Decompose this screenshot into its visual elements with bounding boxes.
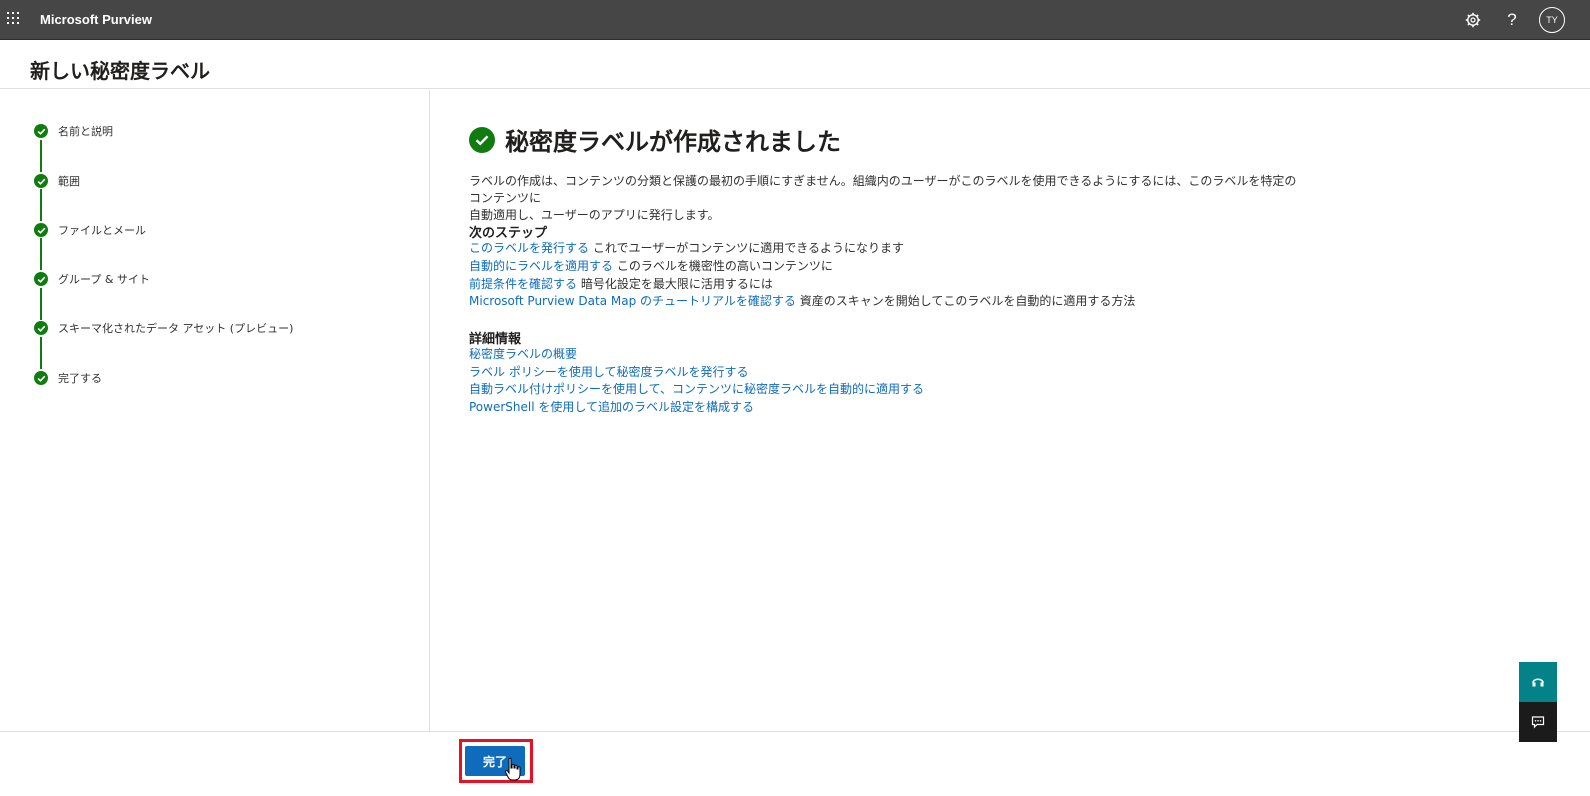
next-step-description: 資産のスキャンを開始してこのラベルを自動的に適用する方法 (795, 294, 1136, 308)
gear-icon[interactable] (1462, 9, 1484, 31)
wizard-steps-pane: 名前と説明 範囲 ファイルとメール グループ & サイト スキーマ化されたデータ… (0, 90, 430, 731)
success-title: 秘密度ラベルが作成されました (505, 128, 841, 156)
wizard-step-scope[interactable]: 範囲 (34, 171, 80, 191)
wizard-step-label: スキーマ化されたデータ アセット (プレビュー) (58, 322, 294, 335)
check-icon (34, 124, 48, 138)
top-bar: Microsoft Purview ? TY (0, 0, 1590, 40)
page-title: 新しい秘密度ラベル (30, 59, 210, 83)
auto-labeling-policy-link[interactable]: 自動ラベル付けポリシーを使用して、コンテンツに秘密度ラベルを自動的に適用する (469, 382, 924, 396)
support-widget[interactable] (1519, 662, 1557, 702)
help-icon[interactable]: ? (1501, 9, 1523, 31)
wizard-step-label: グループ & サイト (58, 273, 150, 286)
wizard-step-label: 名前と説明 (58, 125, 113, 138)
app-title[interactable]: Microsoft Purview (40, 12, 152, 27)
step-connector (40, 288, 42, 320)
next-step-item: 自動的にラベルを適用する このラベルを機密性の高いコンテンツに (469, 258, 833, 275)
app-launcher-icon[interactable] (7, 12, 21, 26)
wizard-step-name[interactable]: 名前と説明 (34, 121, 113, 141)
powershell-settings-link[interactable]: PowerShell を使用して追加のラベル設定を構成する (469, 400, 754, 414)
step-connector (40, 337, 42, 369)
avatar[interactable]: TY (1539, 7, 1565, 33)
next-step-item: Microsoft Purview Data Map のチュートリアルを確認する… (469, 293, 1135, 310)
next-step-item: このラベルを発行する これでユーザーがコンテンツに適用できるようになります (469, 240, 904, 257)
intro-text: ラベルの作成は、コンテンツの分類と保護の最初の手順にすぎません。組織内のユーザー… (469, 173, 1299, 224)
data-map-tutorial-link[interactable]: Microsoft Purview Data Map のチュートリアルを確認する (469, 294, 796, 308)
step-connector (40, 140, 42, 172)
step-connector (40, 238, 42, 270)
wizard-step-groups-sites[interactable]: グループ & サイト (34, 269, 150, 289)
next-steps-heading: 次のステップ (469, 226, 548, 241)
next-step-item: 前提条件を確認する 暗号化設定を最大限に活用するには (469, 276, 773, 293)
details-item: 自動ラベル付けポリシーを使用して、コンテンツに秘密度ラベルを自動的に適用する (469, 381, 924, 398)
hand-cursor-icon (504, 757, 521, 781)
wizard-step-finish[interactable]: 完了する (34, 368, 102, 388)
intro-line: 自動適用し、ユーザーのアプリに発行します。 (469, 208, 720, 222)
wizard-step-files-email[interactable]: ファイルとメール (34, 220, 146, 240)
wizard-step-schematized-assets[interactable]: スキーマ化されたデータ アセット (プレビュー) (34, 318, 293, 338)
wizard-step-label: 完了する (58, 372, 102, 385)
chat-icon (1531, 716, 1545, 729)
next-step-description: 暗号化設定を最大限に活用するには (577, 277, 773, 291)
auto-apply-label-link[interactable]: 自動的にラベルを適用する (469, 259, 613, 273)
check-icon (34, 223, 48, 237)
details-heading: 詳細情報 (469, 332, 522, 347)
main-content: 秘密度ラベルが作成されました ラベルの作成は、コンテンツの分類と保護の最初の手順… (431, 90, 1590, 731)
check-icon (34, 371, 48, 385)
next-step-description: これでユーザーがコンテンツに適用できるようになります (589, 241, 904, 255)
success-header: 秘密度ラベルが作成されました (469, 122, 841, 157)
headset-icon (1532, 678, 1544, 687)
check-icon (34, 272, 48, 286)
details-item: 秘密度ラベルの概要 (469, 346, 577, 363)
details-item: ラベル ポリシーを使用して秘密度ラベルを発行する (469, 364, 748, 381)
feedback-widget[interactable] (1519, 702, 1557, 742)
check-icon (34, 321, 48, 335)
wizard-step-label: ファイルとメール (58, 224, 146, 237)
intro-line: ラベルの作成は、コンテンツの分類と保護の最初の手順にすぎません。組織内のユーザー… (469, 174, 1297, 205)
details-item: PowerShell を使用して追加のラベル設定を構成する (469, 399, 754, 416)
check-icon (34, 174, 48, 188)
footer: 完了 (0, 731, 1590, 796)
publish-label-link[interactable]: このラベルを発行する (469, 241, 589, 255)
page-header: 新しい秘密度ラベル (0, 41, 1590, 89)
check-prerequisites-link[interactable]: 前提条件を確認する (469, 277, 577, 291)
label-policy-link[interactable]: ラベル ポリシーを使用して秘密度ラベルを発行する (469, 365, 748, 379)
label-overview-link[interactable]: 秘密度ラベルの概要 (469, 347, 577, 361)
success-check-icon (469, 126, 495, 153)
next-step-description: このラベルを機密性の高いコンテンツに (613, 259, 833, 273)
wizard-step-label: 範囲 (58, 175, 80, 188)
step-connector (40, 189, 42, 221)
